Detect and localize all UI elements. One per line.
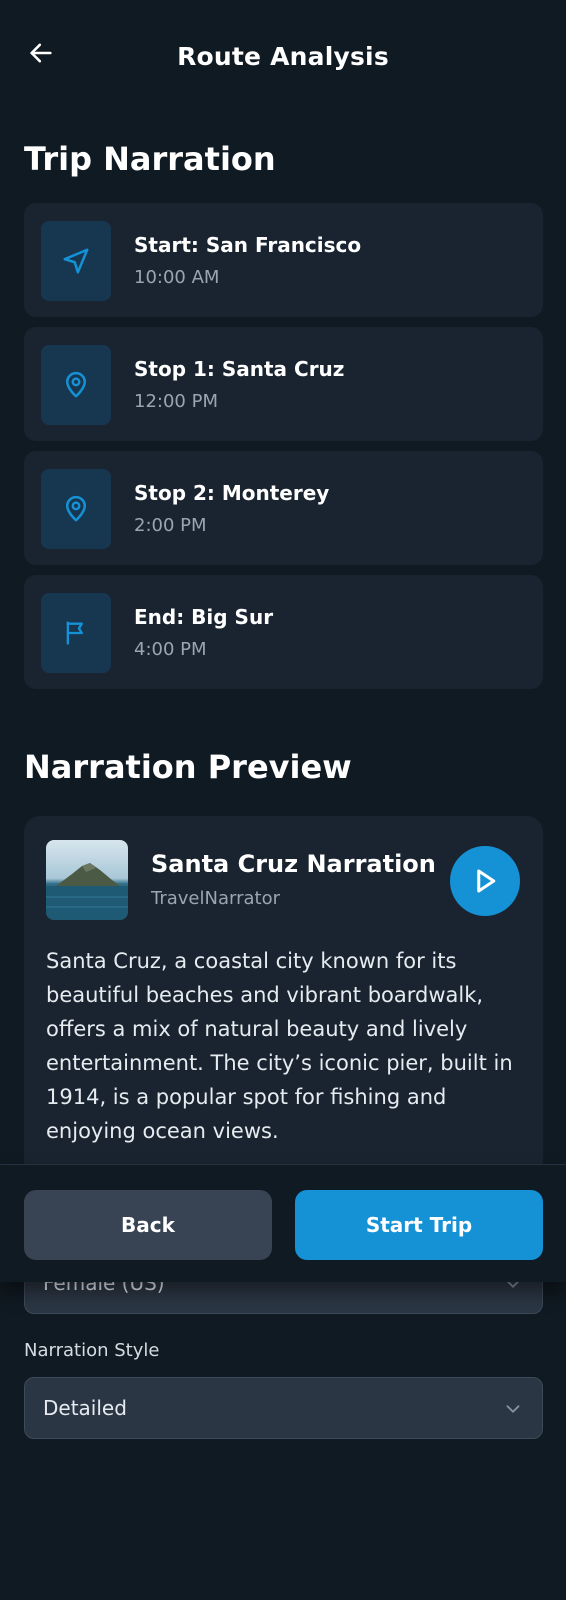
stop-title: End: Big Sur: [134, 605, 274, 629]
navigation-arrow-icon: [41, 221, 111, 301]
narration-card: Santa Cruz Narration TravelNarrator Sant…: [24, 816, 543, 1176]
page-title: Route Analysis: [177, 42, 389, 71]
stop-card-2[interactable]: Stop 2: Monterey 2:00 PM: [24, 451, 543, 565]
narration-title: Santa Cruz Narration: [151, 850, 436, 878]
stop-title: Stop 1: Santa Cruz: [134, 357, 345, 381]
narration-author: TravelNarrator: [151, 888, 280, 909]
map-pin-icon: [41, 469, 111, 549]
stop-card-end[interactable]: End: Big Sur 4:00 PM: [24, 575, 543, 689]
stop-title: Stop 2: Monterey: [134, 481, 330, 505]
flag-icon: [41, 593, 111, 673]
narration-style-select[interactable]: Detailed: [24, 1377, 543, 1439]
trip-narration-heading: Trip Narration: [24, 140, 276, 178]
stop-time: 12:00 PM: [134, 391, 218, 412]
stop-time: 10:00 AM: [134, 267, 220, 288]
narration-text: Santa Cruz, a coastal city known for its…: [46, 949, 513, 1143]
route-analysis-screen: Route Analysis Trip Narration Start: San…: [0, 0, 566, 1600]
map-pin-icon: [41, 345, 111, 425]
stop-card-1[interactable]: Stop 1: Santa Cruz 12:00 PM: [24, 327, 543, 441]
narration-preview-heading: Narration Preview: [24, 748, 352, 786]
play-button[interactable]: [450, 846, 520, 916]
narration-thumbnail: [46, 840, 128, 920]
back-button[interactable]: Back: [24, 1190, 272, 1260]
narration-style-label: Narration Style: [24, 1340, 160, 1361]
narration-style-value: Detailed: [43, 1396, 127, 1420]
play-icon: [477, 869, 496, 893]
action-bar: Back Start Trip: [0, 1164, 566, 1282]
header: Route Analysis: [0, 0, 566, 120]
stop-time: 4:00 PM: [134, 639, 207, 660]
stop-card-start[interactable]: Start: San Francisco 10:00 AM: [24, 203, 543, 317]
stop-time: 2:00 PM: [134, 515, 207, 536]
start-trip-button[interactable]: Start Trip: [295, 1190, 543, 1260]
stop-title: Start: San Francisco: [134, 233, 362, 257]
chevron-down-icon: [502, 1398, 524, 1424]
